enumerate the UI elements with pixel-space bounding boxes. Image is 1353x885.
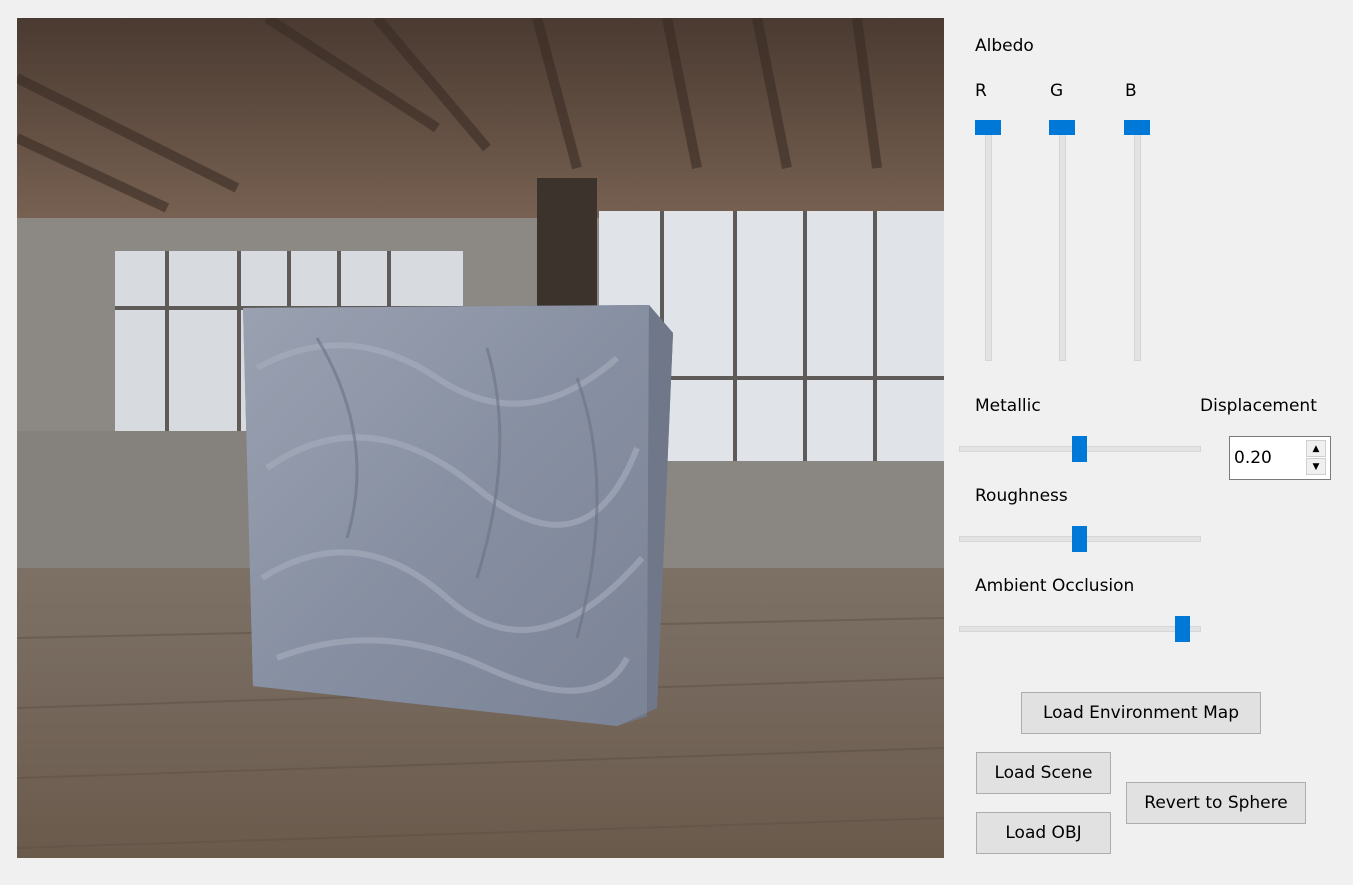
slider-thumb[interactable] bbox=[1049, 120, 1075, 135]
revert-to-sphere-button[interactable]: Revert to Sphere bbox=[1126, 782, 1306, 824]
slider-track bbox=[985, 124, 992, 361]
ambient-occlusion-slider[interactable] bbox=[959, 614, 1201, 644]
slider-thumb[interactable] bbox=[1071, 436, 1087, 462]
albedo-label: Albedo bbox=[975, 36, 1034, 56]
ambient-occlusion-label: Ambient Occlusion bbox=[975, 576, 1135, 596]
load-environment-map-button[interactable]: Load Environment Map bbox=[1021, 692, 1261, 734]
displacement-input[interactable] bbox=[1234, 445, 1304, 471]
albedo-r-label: R bbox=[975, 81, 987, 101]
albedo-b-slider[interactable] bbox=[1124, 116, 1154, 366]
load-scene-button[interactable]: Load Scene bbox=[976, 752, 1111, 794]
render-viewport[interactable] bbox=[17, 18, 944, 858]
albedo-b-label: B bbox=[1125, 81, 1137, 101]
arrow-up-icon[interactable]: ▲ bbox=[1306, 440, 1326, 457]
slider-track bbox=[1134, 124, 1141, 361]
roughness-slider[interactable] bbox=[959, 524, 1201, 554]
displacement-label: Displacement bbox=[1200, 396, 1317, 416]
displacement-spinbox[interactable]: ▲ ▼ bbox=[1229, 436, 1331, 480]
environment-scene bbox=[17, 18, 944, 858]
slider-thumb[interactable] bbox=[975, 120, 1001, 135]
roughness-label: Roughness bbox=[975, 486, 1068, 506]
slider-thumb[interactable] bbox=[1071, 526, 1087, 552]
slider-track bbox=[1059, 124, 1066, 361]
slider-track bbox=[959, 626, 1201, 632]
metallic-label: Metallic bbox=[975, 396, 1041, 416]
slider-thumb[interactable] bbox=[1124, 120, 1150, 135]
albedo-r-slider[interactable] bbox=[975, 116, 1005, 366]
albedo-g-label: G bbox=[1050, 81, 1064, 101]
load-obj-button[interactable]: Load OBJ bbox=[976, 812, 1111, 854]
metallic-slider[interactable] bbox=[959, 434, 1201, 464]
slider-thumb[interactable] bbox=[1175, 616, 1190, 642]
albedo-g-slider[interactable] bbox=[1049, 116, 1079, 366]
arrow-down-icon[interactable]: ▼ bbox=[1306, 458, 1326, 475]
